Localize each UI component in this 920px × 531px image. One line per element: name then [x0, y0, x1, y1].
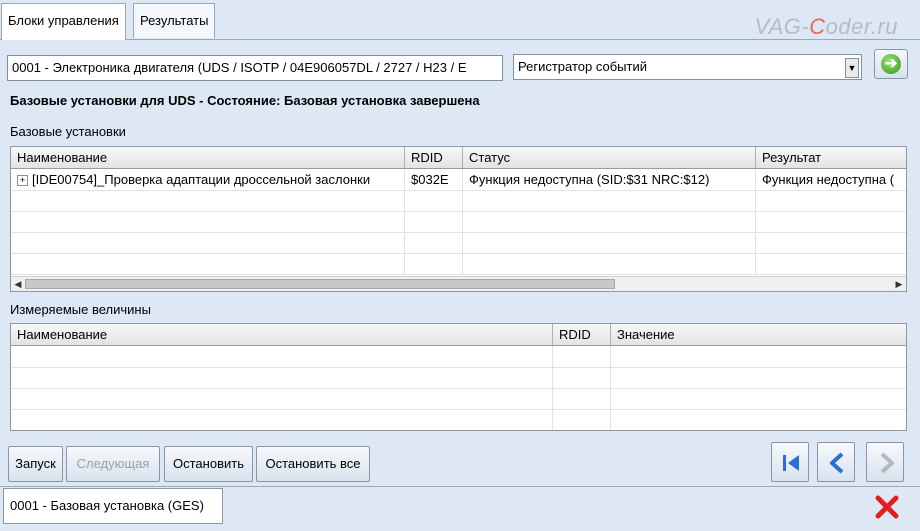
top-tab-bar: Блоки управления Результаты VAG-Coder.ru [0, 0, 920, 40]
basic-settings-label: Базовые установки [10, 124, 126, 139]
mode-dropdown-value: Регистратор событий [518, 59, 647, 74]
next-page-button[interactable] [866, 442, 904, 482]
mode-dropdown[interactable]: Регистратор событий ▼ [513, 54, 862, 80]
arrow-right-icon: ➔ [881, 54, 901, 74]
tab-control-modules[interactable]: Блоки управления [1, 3, 126, 40]
table-row[interactable]: + [IDE00754]_Проверка адаптации дроссельн… [11, 169, 906, 191]
cell-result: Функция недоступна ( [762, 172, 895, 187]
column-header-rdid[interactable]: RDID [405, 147, 463, 168]
chevron-left-icon [830, 452, 844, 474]
table-row [11, 211, 906, 233]
ecu-selector-field[interactable]: 0001 - Электроника двигателя (UDS / ISOT… [7, 55, 503, 81]
chevron-right-icon [880, 452, 894, 474]
chevron-down-icon[interactable]: ▼ [845, 58, 859, 78]
measured-values-label: Измеряемые величины [10, 302, 151, 317]
horizontal-scrollbar[interactable]: ◀ ▶ [11, 276, 906, 291]
cell-name: + [IDE00754]_Проверка адаптации дроссельн… [11, 169, 405, 190]
table-row [11, 388, 906, 410]
measured-values-table: Наименование RDID Значение [10, 323, 907, 431]
table-header: Наименование RDID Значение [11, 324, 906, 346]
column-header-value[interactable]: Значение [611, 324, 908, 345]
next-button[interactable]: Следующая [66, 446, 160, 482]
basic-settings-table: Наименование RDID Статус Результат + [IDE… [10, 146, 907, 292]
scroll-right-icon[interactable]: ▶ [893, 278, 905, 290]
column-header-rdid[interactable]: RDID [553, 324, 611, 345]
bottom-session-tab[interactable]: 0001 - Базовая установка (GES) [3, 488, 223, 524]
table-row [11, 409, 906, 430]
table-header: Наименование RDID Статус Результат [11, 147, 906, 169]
watermark-logo: VAG-Coder.ru [754, 14, 898, 39]
cell-status: Функция недоступна (SID:$31 NRC:$12) [463, 169, 756, 190]
table-row [11, 253, 906, 275]
skip-first-icon [783, 455, 799, 471]
status-line: Базовые установки для UDS - Состояние: Б… [10, 93, 480, 108]
table-row [11, 190, 906, 212]
start-button[interactable]: Запуск [8, 446, 63, 482]
scroll-left-icon[interactable]: ◀ [12, 278, 24, 290]
column-header-name[interactable]: Наименование [11, 324, 553, 345]
cell-rdid: $032E [405, 169, 463, 190]
close-icon[interactable] [874, 494, 900, 520]
first-page-button[interactable] [771, 442, 809, 482]
stop-button[interactable]: Остановить [164, 446, 253, 482]
table-row [11, 346, 906, 368]
expand-plus-icon[interactable]: + [17, 175, 28, 187]
tab-results[interactable]: Результаты [133, 3, 216, 38]
stop-all-button[interactable]: Остановить все [256, 446, 370, 482]
table-row [11, 367, 906, 389]
go-button[interactable]: ➔ [874, 49, 908, 79]
column-header-result[interactable]: Результат [756, 147, 908, 168]
scrollbar-thumb[interactable] [25, 279, 615, 289]
column-header-name[interactable]: Наименование [11, 147, 405, 168]
column-header-status[interactable]: Статус [463, 147, 756, 168]
table-row [11, 232, 906, 254]
previous-button[interactable] [817, 442, 855, 482]
